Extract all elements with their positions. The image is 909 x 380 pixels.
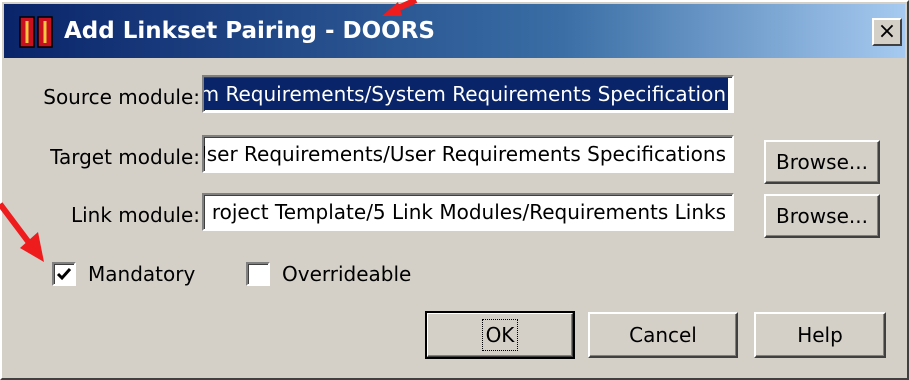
red-arrow-icon [382,0,418,16]
close-icon: × [877,19,897,44]
close-button[interactable]: × [872,18,902,46]
doors-app-icon [19,16,53,48]
link-module-value: roject Template/5 Link Modules/Requireme… [211,200,726,224]
browse-target-button[interactable]: Browse... [764,140,880,184]
help-button[interactable]: Help [754,312,886,358]
target-module-value: User Requirements/User Requirements Spec… [202,142,726,166]
overrideable-label[interactable]: Overrideable [282,262,411,286]
target-module-field[interactable]: User Requirements/User Requirements Spec… [202,135,734,173]
title-bar[interactable]: Add Linkset Pairing - DOORS × [4,4,905,58]
overrideable-checkbox[interactable] [246,262,270,286]
mandatory-checkbox[interactable] [52,262,76,286]
browse-target-label: Browse... [776,150,868,174]
ok-label: OK [481,319,519,351]
cancel-label: Cancel [629,323,697,347]
target-module-label: Target module: [50,145,200,169]
link-module-field[interactable]: roject Template/5 Link Modules/Requireme… [202,193,734,231]
ok-button[interactable]: OK [425,311,575,359]
mandatory-label[interactable]: Mandatory [88,262,195,286]
source-module-field[interactable]: em Requirements/System Requirements Spec… [202,75,734,113]
checkmark-icon [56,268,72,281]
source-module-value: em Requirements/System Requirements Spec… [204,78,728,110]
cancel-button[interactable]: Cancel [588,312,738,358]
browse-link-button[interactable]: Browse... [764,194,880,238]
source-module-label: Source module: [43,85,200,109]
browse-link-label: Browse... [776,204,868,228]
red-arrow-icon [0,202,44,262]
help-label: Help [797,323,843,347]
add-linkset-pairing-dialog: Add Linkset Pairing - DOORS × Source mod… [0,0,909,380]
window-title: Add Linkset Pairing - DOORS [64,18,435,44]
